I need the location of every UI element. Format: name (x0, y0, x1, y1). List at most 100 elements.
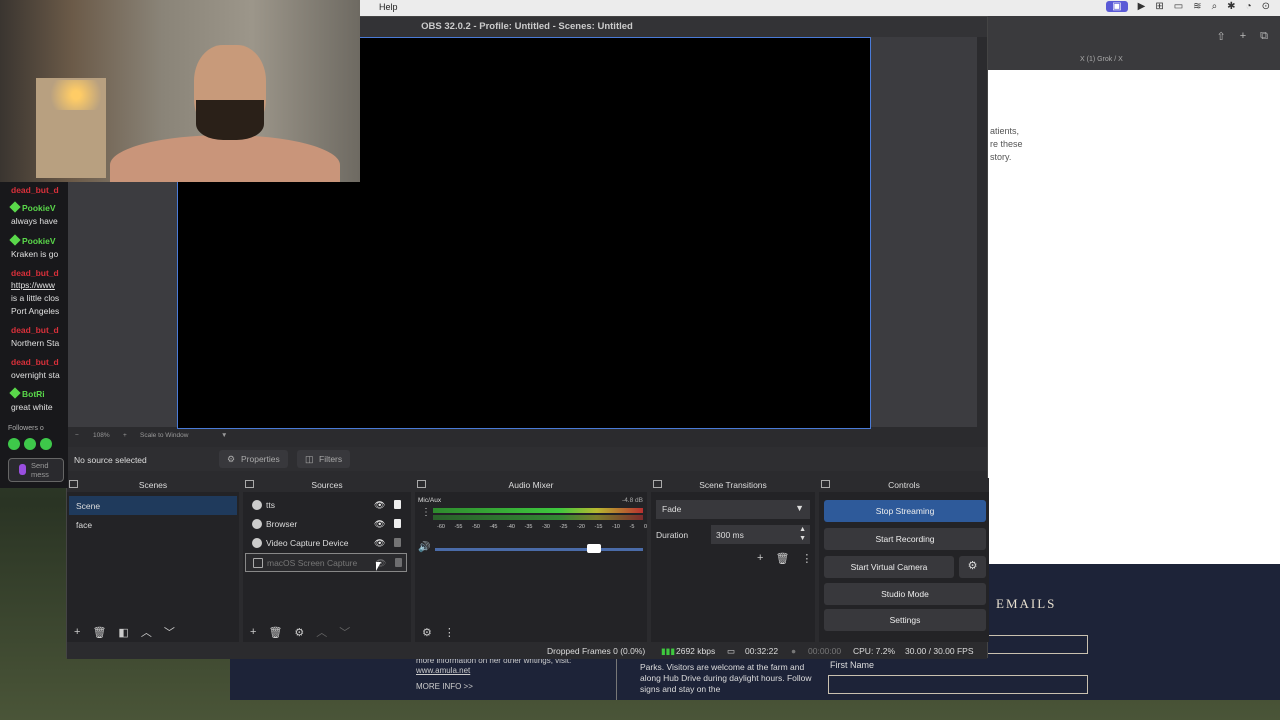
more-info-link[interactable]: MORE INFO >> (416, 682, 616, 692)
settings-button[interactable]: Settings (824, 609, 986, 631)
move-down-icon[interactable]: ﹀ (339, 624, 350, 640)
tabs-overview-icon[interactable]: ⧉ (1260, 30, 1268, 43)
writings-link[interactable]: www.amula.net (416, 666, 470, 675)
mic-icon[interactable] (19, 464, 26, 475)
scale-mode[interactable]: Scale to Window (140, 432, 188, 439)
lock-icon[interactable] (394, 519, 401, 528)
speaker-icon[interactable]: 🔊 (418, 542, 430, 553)
duration-input[interactable]: 300 ms ▲ ▼ (711, 525, 810, 544)
add-source-icon[interactable]: + (250, 626, 256, 638)
meter-tick-label: -45 (489, 524, 498, 530)
menubar-grid-icon[interactable]: ⊞ (1155, 1, 1163, 12)
emote-icon[interactable] (40, 438, 52, 450)
lock-icon[interactable] (394, 500, 401, 509)
browser-source-icon (252, 500, 262, 510)
share-icon[interactable]: ⇧ (1216, 30, 1225, 43)
remove-scene-icon[interactable]: 🗑 (92, 626, 106, 639)
move-up-icon[interactable]: ︿ (141, 624, 152, 640)
dock-header: Controls (819, 478, 989, 492)
scene-filters-icon[interactable]: ◧ (118, 626, 128, 639)
chat-input[interactable]: Send mess (8, 458, 64, 482)
lock-icon[interactable] (394, 538, 401, 547)
start-recording-button[interactable]: Start Recording (824, 528, 986, 550)
meter-tick-label: -60 (437, 524, 445, 530)
add-transition-icon[interactable]: + (757, 552, 763, 565)
zoom-level: 108% (93, 432, 110, 439)
mixer-settings-icon[interactable]: ⚙ (422, 626, 432, 639)
transition-value: Fade (662, 504, 682, 514)
menu-help[interactable]: Help (379, 2, 398, 12)
emote-icon[interactable] (24, 438, 36, 450)
lock-icon[interactable] (395, 558, 402, 567)
followers-notice: Followers o (8, 425, 44, 432)
dock-title: Sources (311, 480, 343, 490)
remove-source-icon[interactable]: 🗑 (268, 626, 282, 639)
bluetooth-icon[interactable]: ✱ (1227, 1, 1235, 12)
transition-select[interactable]: Fade ▼ (656, 500, 810, 519)
new-tab-icon[interactable]: + (1240, 30, 1246, 43)
move-up-icon[interactable]: ︿ (316, 624, 327, 640)
scene-transitions-dock: Scene Transitions Fade ▼ Duration 300 ms… (651, 478, 815, 642)
meter-tick-label: -30 (542, 524, 550, 530)
studio-mode-button[interactable]: Studio Mode (824, 583, 986, 605)
properties-button[interactable]: ⚙ Properties (219, 450, 288, 468)
first-name-field[interactable] (828, 675, 1088, 694)
chat-input-placeholder: Send mess (31, 461, 49, 479)
stop-streaming-button[interactable]: Stop Streaming (824, 500, 986, 522)
webcam-overlay (0, 0, 360, 182)
zoom-in-button[interactable]: + (123, 432, 127, 439)
mixer-menu-icon[interactable]: ⋮ (444, 626, 455, 639)
undock-icon[interactable] (821, 480, 830, 488)
source-item[interactable]: tts 👁 (245, 496, 407, 515)
zoom-out-button[interactable]: − (75, 432, 79, 439)
battery-icon[interactable]: ▭ (1174, 1, 1183, 12)
meter-tick-label: -55 (454, 524, 463, 530)
browser-toolbar-icons: ⇧ + ⧉ (1216, 30, 1268, 43)
channel-menu-icon[interactable]: ⋮ (421, 507, 431, 518)
add-scene-icon[interactable]: + (74, 626, 80, 638)
remove-transition-icon[interactable]: 🗑 (775, 552, 789, 565)
chat-message: is a little clos (11, 293, 60, 303)
preview-scrollbar[interactable] (977, 37, 987, 433)
visibility-eye-icon[interactable]: 👁 (374, 538, 385, 549)
source-label: macOS Screen Capture (267, 558, 358, 568)
wifi-icon[interactable]: ≋ (1193, 1, 1201, 12)
virtual-camera-settings-icon[interactable]: ⚙ (959, 556, 986, 578)
page-text-line: story. (990, 152, 1012, 162)
volume-slider[interactable] (435, 548, 643, 551)
volume-slider-thumb[interactable] (587, 544, 601, 553)
undock-icon[interactable] (653, 480, 662, 488)
scene-item[interactable]: face (69, 515, 237, 534)
zoom-dropdown-icon[interactable]: ▼ (221, 432, 227, 439)
undock-icon[interactable] (69, 480, 78, 488)
chat-link[interactable]: https://www (11, 280, 55, 290)
dock-title: Controls (888, 480, 920, 490)
username-text: BotRi (22, 389, 45, 399)
bitrate: 2692 kbps (676, 646, 716, 656)
chat-username: dead_but_d (11, 357, 59, 367)
emote-icon[interactable] (8, 438, 20, 450)
siri-icon[interactable]: ⊙ (1262, 1, 1270, 12)
visibility-eye-icon[interactable]: 👁 (374, 500, 385, 511)
transition-menu-icon[interactable]: ⋮ (801, 552, 812, 565)
search-icon[interactable]: ⌕ (1212, 1, 1218, 12)
undock-icon[interactable] (417, 480, 426, 488)
menubar-play-icon[interactable]: ▶ (1138, 1, 1146, 12)
filters-button[interactable]: ◫ Filters (297, 450, 351, 468)
emails-heading: EMAILS (996, 596, 1057, 611)
scenes-dock: Scenes Scene face + 🗑 ◧ ︿ ﹀ (67, 478, 239, 642)
control-center-icon[interactable]: ◔ (1246, 1, 1252, 12)
duration-spinner[interactable]: ▲ ▼ (799, 525, 806, 543)
source-properties-icon[interactable]: ⚙ (294, 626, 304, 639)
scene-item[interactable]: Scene (69, 496, 237, 515)
source-item[interactable]: Video Capture Device 👁 (245, 534, 407, 553)
start-virtual-camera-button[interactable]: Start Virtual Camera (824, 556, 954, 578)
menubar-app-icon[interactable]: ▣ (1106, 1, 1128, 12)
move-down-icon[interactable]: ﹀ (164, 624, 175, 640)
undock-icon[interactable] (245, 480, 254, 488)
browser-tab[interactable]: X (1) Grok / X (1080, 56, 1123, 63)
source-item[interactable]: macOS Screen Capture 👁 (245, 553, 407, 572)
emote-bar (8, 438, 52, 450)
visibility-eye-icon[interactable]: 👁 (374, 519, 385, 530)
source-item[interactable]: Browser 👁 (245, 515, 407, 534)
